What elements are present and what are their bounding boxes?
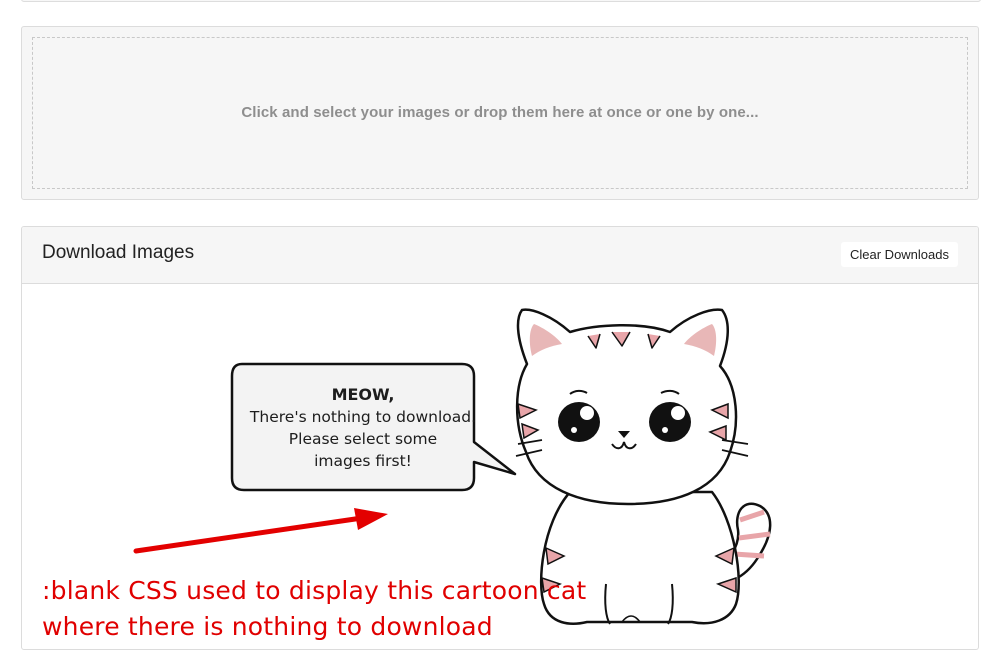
download-list-empty: MEOW, There's nothing to download. Pleas…	[22, 284, 978, 649]
image-dropzone[interactable]: Click and select your images or drop the…	[32, 37, 968, 189]
red-arrow-icon	[133, 508, 388, 554]
annotation-text: :blank CSS used to display this cartoon …	[42, 573, 586, 645]
bubble-line: Please select some	[288, 430, 438, 448]
page: Click and select your images or drop the…	[0, 0, 996, 665]
cat-head	[515, 308, 749, 506]
previous-card-edge	[21, 0, 981, 2]
bubble-title: MEOW,	[331, 385, 395, 404]
annotation-line: where there is nothing to download	[42, 612, 493, 641]
upload-card: Click and select your images or drop the…	[21, 26, 979, 200]
bubble-line: There's nothing to download.	[249, 408, 477, 426]
dropzone-text: Click and select your images or drop the…	[241, 103, 759, 121]
bubble-message: There's nothing to download. Please sele…	[234, 406, 492, 472]
annotation-line: :blank CSS used to display this cartoon …	[42, 576, 587, 605]
download-card-title: Download Images	[42, 242, 195, 263]
bubble-line: images first!	[314, 452, 412, 470]
download-card-header: Download Images Clear Downloads	[22, 227, 978, 284]
clear-downloads-button[interactable]: Clear Downloads	[841, 242, 958, 267]
download-images-card: Download Images Clear Downloads MEOW, Th…	[21, 226, 979, 650]
